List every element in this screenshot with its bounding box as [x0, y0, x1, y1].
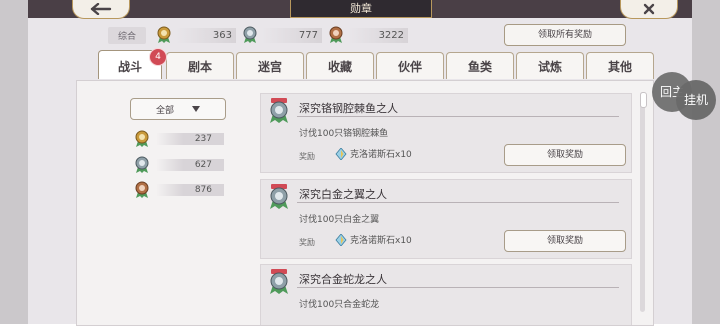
bronze-medal-icon: [135, 181, 149, 198]
notification-badge: 4: [149, 48, 167, 66]
stat-silver: 627: [134, 156, 224, 174]
claim-reward-button[interactable]: 领取奖励: [504, 230, 626, 252]
achievement-description: 讨伐100只白金之翼: [299, 215, 380, 225]
chronos-stone-icon: [335, 233, 347, 246]
idle-mode-button[interactable]: 挂机: [676, 80, 716, 120]
achievement-description: 讨伐100只合金蛇龙: [299, 300, 380, 310]
stat-silver-value: 627: [156, 159, 224, 171]
summary-bronze: 3222: [328, 26, 409, 44]
tab-fish[interactable]: 鱼类: [446, 52, 514, 79]
stat-gold: 237: [134, 130, 224, 148]
screen-edge-left: [0, 0, 28, 324]
achievement-description: 讨伐100只铬钢腔棘鱼: [299, 129, 389, 139]
summary-silver: 777: [242, 26, 323, 44]
filter-selected: 全部: [155, 105, 174, 116]
tab-companion[interactable]: 伙伴: [376, 52, 444, 79]
scrollbar-track[interactable]: [640, 92, 645, 312]
achievement-title: 深究合金蛇龙之人: [299, 273, 387, 286]
gold-medal-icon: [157, 26, 171, 43]
reward-label: 奖励: [299, 238, 315, 247]
achievement-card: 深究合金蛇龙之人 讨伐100只合金蛇龙: [260, 264, 632, 325]
tab-trial[interactable]: 试炼: [516, 52, 584, 79]
summary-label: 综合: [108, 26, 147, 44]
medal-summary: 综合 363 777 3222: [108, 26, 409, 44]
divider: [297, 202, 619, 203]
achievement-card: 深究铬钢腔棘鱼之人 讨伐100只铬钢腔棘鱼 奖励 克洛诺斯石x10 领取奖励: [260, 93, 632, 173]
divider: [297, 287, 619, 288]
summary-bronze-value: 3222: [348, 27, 409, 43]
claim-reward-button[interactable]: 领取奖励: [504, 144, 626, 166]
chevron-down-icon: [192, 106, 200, 112]
scrollbar-thumb[interactable]: [640, 92, 647, 108]
page-title: 勋章: [290, 0, 432, 18]
achievement-card: 深究白金之翼之人 讨伐100只白金之翼 奖励 克洛诺斯石x10 领取奖励: [260, 179, 632, 259]
stat-bronze: 876: [134, 181, 224, 199]
summary-gold: 363: [156, 26, 237, 44]
reward-text: 克洛诺斯石x10: [350, 236, 412, 246]
achievement-medal-icon: [270, 269, 288, 294]
stat-bronze-value: 876: [156, 184, 224, 196]
achievement-title: 深究铬钢腔棘鱼之人: [299, 102, 398, 115]
summary-silver-value: 777: [262, 27, 323, 43]
reward-label: 奖励: [299, 152, 315, 161]
back-button[interactable]: [72, 0, 130, 19]
tab-other[interactable]: 其他: [586, 52, 654, 79]
bronze-medal-icon: [329, 26, 343, 43]
chronos-stone-icon: [335, 147, 347, 160]
close-icon: [643, 3, 655, 15]
reward-item: 克洛诺斯石x10: [335, 233, 412, 246]
reward-text: 克洛诺斯石x10: [350, 150, 412, 160]
screen-edge-right: [692, 0, 720, 324]
back-arrow-icon: [90, 3, 112, 15]
tab-maze[interactable]: 迷宫: [236, 52, 304, 79]
claim-all-button[interactable]: 领取所有奖励: [504, 24, 626, 46]
achievement-title: 深究白金之翼之人: [299, 188, 387, 201]
reward-item: 克洛诺斯石x10: [335, 147, 412, 160]
silver-medal-icon: [243, 26, 257, 43]
gold-medal-icon: [135, 130, 149, 147]
summary-gold-value: 363: [176, 27, 237, 43]
tab-collection[interactable]: 收藏: [306, 52, 374, 79]
divider: [297, 116, 619, 117]
silver-medal-icon: [135, 156, 149, 173]
stat-gold-value: 237: [156, 133, 224, 145]
filter-dropdown[interactable]: 全部: [130, 98, 226, 120]
achievement-medal-icon: [270, 184, 288, 209]
close-button[interactable]: [620, 0, 678, 19]
tab-script[interactable]: 剧本: [166, 52, 234, 79]
achievement-medal-icon: [270, 98, 288, 123]
